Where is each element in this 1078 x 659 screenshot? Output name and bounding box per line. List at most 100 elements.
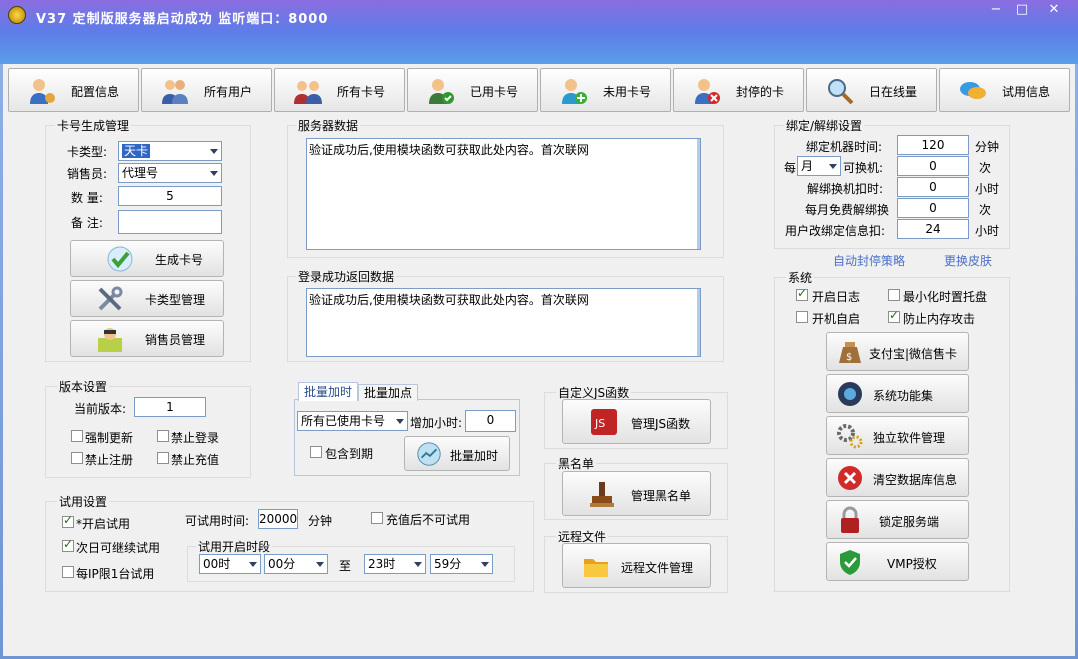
scrollbar[interactable] — [697, 289, 700, 356]
trial-time-unit: 分钟 — [308, 514, 333, 528]
lock-server-button[interactable]: 锁定服务端 — [826, 500, 969, 539]
remote-file-button[interactable]: 远程文件管理 — [562, 543, 711, 588]
version-title: 版本设置 — [57, 378, 110, 395]
auto-ban-link[interactable]: 自动封停策略 — [833, 252, 905, 269]
include-expired-label: 包含到期 — [325, 447, 374, 461]
svg-text:$: $ — [846, 352, 852, 363]
server-data-textarea[interactable]: 验证成功后,使用模块函数可获取此处内容。首次联网 — [306, 138, 701, 250]
forbid-register-checkbox[interactable] — [71, 452, 83, 464]
batch-hours-input[interactable]: 0 — [465, 410, 516, 432]
payment-card-button[interactable]: $ 支付宝|微信售卡 — [826, 332, 969, 371]
seller-icon — [98, 328, 122, 352]
chat-icon — [960, 82, 986, 99]
toolbar-daily-online-button[interactable]: 日在线量 — [806, 68, 937, 112]
memory-checkbox[interactable] — [888, 308, 900, 323]
force-update-checkbox[interactable] — [71, 430, 83, 442]
tools-icon — [98, 286, 123, 311]
system-functions-button[interactable]: 系统功能集 — [826, 374, 969, 413]
batch-add-hours-button[interactable]: 批量加时 — [404, 436, 510, 471]
period-select[interactable]: 月 — [797, 156, 841, 176]
forbid-login-checkbox[interactable] — [157, 430, 169, 442]
toolbar-label: 所有用户 — [204, 85, 253, 99]
vmp-license-button[interactable]: VMP授权 — [826, 542, 969, 581]
note-input[interactable] — [118, 210, 222, 234]
include-expired-checkbox[interactable] — [310, 446, 322, 458]
toolbar-all-cards-button[interactable]: 所有卡号 — [274, 68, 405, 112]
trial-title: 试用设置 — [57, 493, 110, 510]
js-icon: JS — [591, 409, 617, 435]
card-gen-title: 卡号生成管理 — [55, 117, 132, 134]
trial-time-input[interactable]: 20000 — [258, 509, 298, 529]
machine-time-input[interactable]: 120 — [897, 135, 969, 155]
unbind-deduct-label: 解绑换机扣时: — [807, 182, 884, 196]
magnifier-icon — [828, 79, 854, 105]
software-manage-button[interactable]: 独立软件管理 — [826, 416, 969, 455]
login-data-textarea[interactable]: 验证成功后,使用模块函数可获取此处内容。首次联网 — [306, 288, 701, 357]
batch-scope-select[interactable]: 所有已使用卡号 — [297, 411, 408, 431]
tab-batch-hours[interactable]: 批量加时 — [298, 382, 358, 401]
maximize-button[interactable]: □ — [1008, 2, 1036, 20]
tab-batch-points[interactable]: 批量加点 — [358, 384, 418, 401]
card-type-label: 卡类型: — [67, 145, 108, 159]
current-version-input[interactable]: 1 — [134, 397, 206, 417]
note-label: 备 注: — [71, 216, 103, 230]
enable-trial-checkbox[interactable] — [62, 513, 74, 528]
next-day-checkbox[interactable] — [62, 537, 74, 552]
user-change-label: 用户改绑定信息扣: — [785, 224, 886, 238]
chevron-down-icon — [249, 562, 257, 567]
no-trial-after-recharge-checkbox[interactable] — [371, 512, 383, 524]
forbid-recharge-label: 禁止充值 — [171, 453, 220, 467]
next-day-label: 次日可继续试用 — [76, 541, 161, 555]
toolbar-used-cards-button[interactable]: 已用卡号 — [407, 68, 538, 112]
globe-gear-icon — [838, 382, 862, 406]
seller-manage-button[interactable]: 销售员管理 — [70, 320, 224, 357]
chevron-down-icon — [829, 164, 837, 169]
checkmark-icon — [107, 246, 133, 272]
trial-period-title: 试用开启时段 — [196, 538, 273, 555]
change-skin-link[interactable]: 更换皮肤 — [944, 252, 992, 269]
system-title: 系统 — [786, 269, 815, 286]
forbid-recharge-checkbox[interactable] — [157, 452, 169, 464]
free-unbind-unit: 次 — [979, 203, 992, 217]
app-window: V37 定制版服务器启动成功 监听端口：8000 − □ ✕ 配置信息 所有用户… — [0, 0, 1078, 659]
chevron-down-icon — [316, 562, 324, 567]
chevron-down-icon — [210, 149, 218, 154]
close-button[interactable]: ✕ — [1040, 2, 1068, 20]
tray-checkbox[interactable] — [888, 289, 900, 301]
from-hour-select[interactable]: 00时 — [199, 554, 261, 574]
clear-database-button[interactable]: 清空数据库信息 — [826, 458, 969, 497]
seller-label: 销售员: — [67, 167, 108, 181]
seller-select[interactable]: 代理号 — [118, 163, 222, 183]
toolbar-all-users-button[interactable]: 所有用户 — [141, 68, 272, 112]
from-minute-select[interactable]: 00分 — [264, 554, 328, 574]
unbind-deduct-input[interactable]: 0 — [897, 177, 969, 197]
to-hour-select[interactable]: 23时 — [364, 554, 426, 574]
manage-blacklist-button[interactable]: 管理黑名单 — [562, 471, 711, 516]
current-version-label: 当前版本: — [74, 402, 127, 416]
cards-icon — [294, 81, 322, 104]
gears-icon — [837, 424, 863, 449]
to-minute-select[interactable]: 59分 — [430, 554, 493, 574]
autostart-checkbox[interactable] — [796, 311, 808, 323]
per-ip-checkbox[interactable] — [62, 566, 74, 578]
quantity-input[interactable]: 5 — [118, 186, 222, 206]
users-icon — [162, 80, 188, 104]
card-type-select[interactable]: 天卡 — [118, 141, 222, 161]
used-card-icon — [429, 79, 454, 104]
generate-card-button[interactable]: 生成卡号 — [70, 240, 224, 277]
forbid-login-label: 禁止登录 — [171, 431, 220, 445]
manage-js-button[interactable]: JS 管理JS函数 — [562, 399, 711, 444]
toolbar-config-button[interactable]: 配置信息 — [8, 68, 139, 112]
minimize-button[interactable]: − — [982, 2, 1010, 20]
toolbar-unused-cards-button[interactable]: 未用卡号 — [540, 68, 671, 112]
change-input[interactable]: 0 — [897, 156, 969, 176]
free-unbind-input[interactable]: 0 — [897, 198, 969, 218]
log-checkbox[interactable] — [796, 286, 808, 301]
client-area: 配置信息 所有用户 所有卡号 已用卡号 未用卡号 封停的卡 日在线量 试用信息 … — [3, 64, 1075, 656]
user-change-input[interactable]: 24 — [897, 219, 969, 239]
toolbar-banned-cards-button[interactable]: 封停的卡 — [673, 68, 804, 112]
lock-icon — [841, 506, 859, 533]
toolbar-trial-info-button[interactable]: 试用信息 — [939, 68, 1070, 112]
scrollbar[interactable] — [697, 139, 700, 249]
card-type-manage-button[interactable]: 卡类型管理 — [70, 280, 224, 317]
